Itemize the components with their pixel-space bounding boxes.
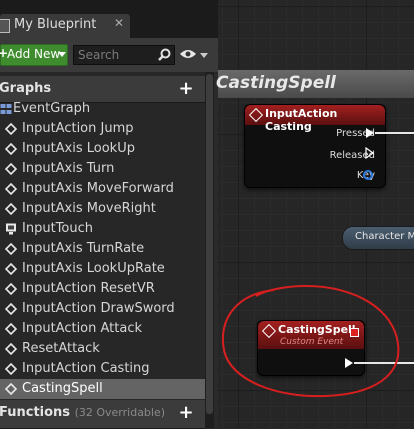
graph-item-label: InputAxis LookUp [22, 141, 135, 156]
graph-item-label: InputAxis LookUpRate [22, 261, 165, 276]
view-options-chevron-icon[interactable] [200, 53, 208, 58]
close-icon[interactable]: ✕ [114, 16, 124, 30]
graph-item-inputaction-attack[interactable]: InputAction Attack [0, 319, 205, 339]
exec-wire-custom-event [354, 362, 414, 364]
graph-item-label: InputAction ResetVR [22, 281, 155, 296]
event-diamond-icon [4, 282, 18, 296]
add-function-button[interactable]: + [178, 404, 194, 422]
panel-scrollbar[interactable] [205, 72, 214, 428]
event-diamond-icon [4, 242, 18, 256]
event-diamond-icon [248, 107, 264, 123]
add-new-label: Add New [7, 47, 61, 61]
graph-item-label: InputAction Jump [22, 121, 134, 136]
node-header: InputAction Casting [245, 105, 385, 133]
tab-my-blueprint[interactable]: My Blueprint ✕ [0, 14, 130, 38]
scrollbar-thumb[interactable] [206, 74, 213, 414]
graph-item-inputaction-drawsword[interactable]: InputAction DrawSword [0, 299, 205, 319]
graph-item-inputaxis-turnrate[interactable]: InputAxis TurnRate [0, 239, 205, 259]
event-diamond-icon [4, 302, 18, 316]
graph-item-inputaction-resetvr[interactable]: InputAction ResetVR [0, 279, 205, 299]
my-blueprint-panel: Graphs + EventGraph InputAction Jump Input… [0, 72, 205, 429]
graph-title: CastingSpell [216, 73, 336, 93]
graph-item-inputaction-casting[interactable]: InputAction Casting [0, 359, 205, 379]
graph-item-inputaxis-moveright[interactable]: InputAxis MoveRight [0, 199, 205, 219]
graph-item-label: ResetAttack [22, 341, 100, 356]
search-icon[interactable] [158, 48, 171, 61]
graph-item-label: InputAxis MoveForward [22, 181, 174, 196]
functions-title: Functions (32 Overridable) [0, 405, 166, 420]
custom-event-header: CastingSpell Custom Event [258, 321, 364, 349]
delegate-pin[interactable] [350, 328, 359, 337]
graph-item-label: InputAxis TurnRate [22, 241, 145, 256]
graph-item-inputaxis-lookuprate[interactable]: InputAxis LookUpRate [0, 259, 205, 279]
graph-item-inputaxis-turn[interactable]: InputAxis Turn [0, 159, 205, 179]
tab-strip: My Blueprint ✕ [0, 0, 222, 38]
add-new-button[interactable]: + Add New [0, 44, 68, 66]
graph-item-label: CastingSpell [22, 381, 103, 396]
toolbar: + Add New [0, 38, 222, 72]
graph-title-bar: CastingSpell [216, 70, 414, 98]
search-input[interactable] [78, 47, 156, 62]
chevron-down-icon [58, 52, 66, 57]
event-diamond-icon [4, 362, 18, 376]
event-diamond-icon [4, 262, 18, 276]
event-diamond-icon [4, 182, 18, 196]
graph-item-label: InputAxis MoveRight [22, 201, 156, 216]
graph-item-eventgraph[interactable]: EventGraph [0, 99, 205, 119]
event-diamond-icon [4, 382, 18, 396]
graph-item-resetattack[interactable]: ResetAttack [0, 339, 205, 359]
key-pin[interactable] [362, 169, 374, 181]
graph-item-label: InputAxis Turn [22, 161, 115, 176]
character-movement-node[interactable]: Character Mov [342, 226, 414, 250]
graph-item-inputaction-jump[interactable]: InputAction Jump [0, 119, 205, 139]
graphs-tree: EventGraph InputAction Jump InputAxis Look… [0, 99, 205, 399]
eye-icon[interactable] [179, 48, 197, 60]
tab-label: My Blueprint [14, 17, 97, 32]
graphs-title: Graphs [0, 81, 52, 96]
touch-icon [5, 223, 17, 235]
event-diamond-icon [4, 342, 18, 356]
character-movement-label: Character Mov [355, 231, 414, 242]
event-diamond-icon [4, 142, 18, 156]
graph-item-castingspell[interactable]: CastingSpell [0, 379, 205, 399]
pressed-exec-pin[interactable] [366, 128, 374, 138]
custom-event-title: CastingSpell [278, 323, 356, 336]
custom-event-subtitle: Custom Event [280, 337, 344, 347]
event-graph-icon [0, 103, 12, 115]
event-diamond-icon [261, 323, 277, 339]
graph-item-label: EventGraph [13, 101, 91, 116]
graph-item-inputaxis-lookup[interactable]: InputAxis LookUp [0, 139, 205, 159]
graph-item-label: InputAction Casting [22, 361, 150, 376]
event-diamond-icon [4, 322, 18, 336]
graph-item-label: InputTouch [22, 221, 93, 236]
graph-item-label: InputAction Attack [22, 321, 143, 336]
custom-event-exec-pin[interactable] [345, 358, 353, 368]
event-diamond-icon [4, 122, 18, 136]
blueprint-icon [0, 19, 10, 33]
graph-item-inputaxis-moveforward[interactable]: InputAxis MoveForward [0, 179, 205, 199]
exec-wire-pressed [375, 132, 414, 134]
event-diamond-icon [4, 162, 18, 176]
functions-section-header[interactable]: Functions (32 Overridable) + [0, 400, 205, 429]
functions-overridable-count: (32 Overridable) [74, 406, 166, 419]
add-graph-button[interactable]: + [178, 80, 194, 98]
event-diamond-icon [4, 202, 18, 216]
graph-item-inputtouch[interactable]: InputTouch [0, 219, 205, 239]
search-box[interactable] [73, 45, 175, 65]
graph-item-label: InputAction DrawSword [22, 301, 175, 316]
released-exec-pin[interactable] [365, 147, 375, 159]
